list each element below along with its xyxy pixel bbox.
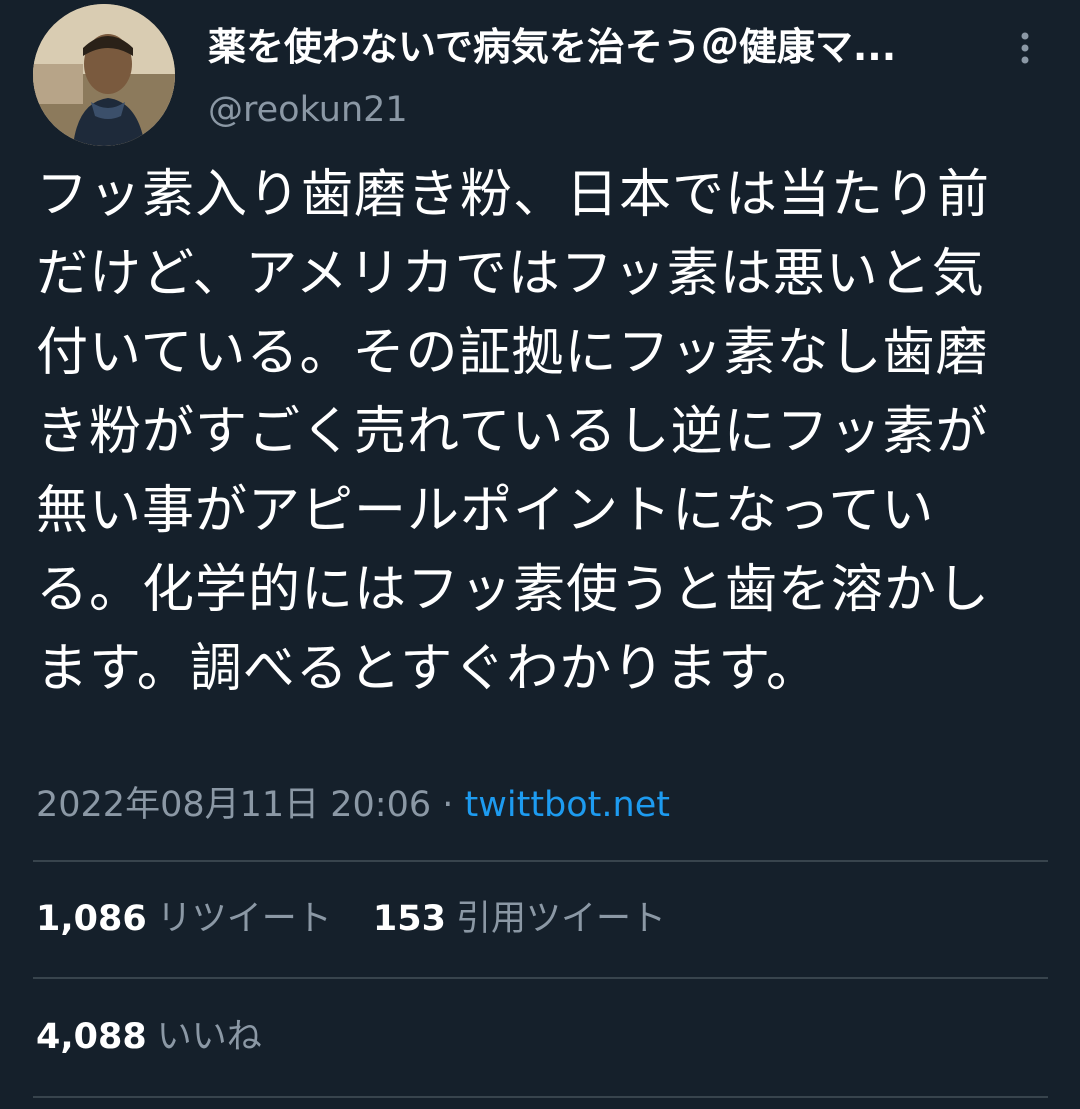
tweet-timestamp[interactable]: 2022年08月11日 20:06 — [36, 785, 431, 825]
quotes-count: 153 — [372, 899, 446, 939]
more-vertical-icon[interactable] — [1010, 26, 1040, 70]
likes-count: 4,088 — [36, 1017, 147, 1057]
quotes-label: 引用ツイート — [455, 899, 666, 939]
display-name[interactable]: 薬を使わないで病気を治そう＠健康マ... — [208, 24, 968, 70]
likes-stat[interactable]: 4,088 いいね — [36, 1014, 262, 1060]
engagement-row: 1,086 リツイート 153 引用ツイート — [36, 896, 696, 942]
likes-row: 4,088 いいね — [36, 1014, 292, 1060]
divider — [33, 860, 1048, 862]
retweets-count: 1,086 — [36, 899, 147, 939]
tweet-source-link[interactable]: twittbot.net — [465, 785, 670, 825]
avatar-photo — [33, 4, 175, 146]
avatar[interactable] — [33, 4, 175, 146]
tweet-detail: 薬を使わないで病気を治そう＠健康マ... @reokun21 フッ素入り歯磨き粉… — [0, 0, 1080, 1109]
retweets-label: リツイート — [156, 899, 332, 939]
likes-label: いいね — [156, 1017, 262, 1057]
divider — [33, 977, 1048, 979]
user-handle[interactable]: @reokun21 — [208, 88, 408, 132]
retweets-stat[interactable]: 1,086 リツイート — [36, 896, 332, 942]
tweet-text: フッ素入り歯磨き粉、日本では当たり前だけど、アメリカではフッ素は悪いと気付いてい… — [36, 165, 991, 699]
meta-separator: · — [431, 785, 465, 825]
divider — [33, 1096, 1048, 1098]
quotes-stat[interactable]: 153 引用ツイート — [373, 896, 666, 942]
tweet-meta: 2022年08月11日 20:06 · twittbot.net — [36, 782, 670, 828]
